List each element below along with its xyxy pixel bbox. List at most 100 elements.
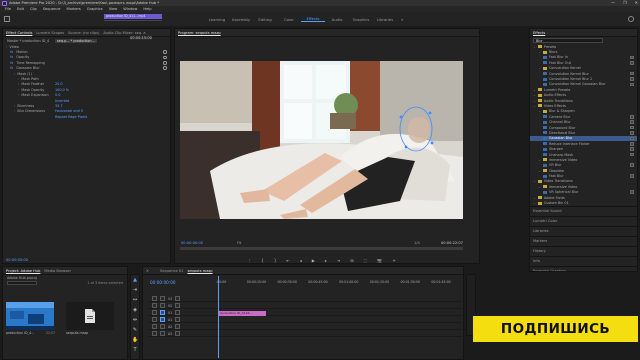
ec-timeline-clip[interactable]: production ID_411...mp4 (104, 14, 162, 19)
project-search-input[interactable] (7, 281, 37, 286)
menu-item-edit[interactable]: Edit (17, 7, 24, 11)
panel-essential-graphics[interactable]: Essential Graphics (530, 265, 637, 271)
ec-tab-2[interactable]: Source: (no clips) (68, 31, 99, 35)
workspace-tab-assembly[interactable]: Assembly (229, 17, 253, 22)
chevron-icon[interactable]: › (18, 82, 19, 86)
ec-property-value[interactable]: 0.0 (55, 93, 60, 97)
timeline-close-icon[interactable]: ✕ (146, 269, 156, 273)
tool-6-icon[interactable]: ✋ (132, 337, 138, 343)
eye-icon[interactable] (175, 310, 181, 315)
program-control-5[interactable]: ▶ (312, 258, 315, 263)
program-control-9[interactable]: ⬚ (364, 258, 368, 263)
subscribe-banner[interactable]: ПОДПИШИСЬ (473, 316, 638, 342)
fx-badge-icon[interactable]: fx (10, 66, 13, 70)
panel-history[interactable]: History (530, 245, 637, 256)
target-toggle[interactable] (160, 310, 165, 315)
workspace-tab-audio[interactable]: Audio (325, 17, 349, 22)
program-control-8[interactable]: ⊞ (350, 258, 353, 263)
ec-timecode[interactable]: 00:00:00:00 (6, 258, 28, 262)
timeline-playhead[interactable] (218, 276, 219, 358)
chevron-icon[interactable]: › (14, 104, 15, 108)
ec-property-value[interactable]: Horizontal and V (55, 109, 83, 113)
ec-property-value[interactable]: 20.0 (55, 82, 63, 86)
target-toggle[interactable] (160, 317, 165, 322)
panel-markers[interactable]: Markers (530, 235, 637, 246)
reset-icon[interactable] (163, 66, 167, 71)
ec-property-row[interactable]: Repeat Edge Pixels (3, 114, 170, 119)
project-item-video[interactable] (6, 302, 54, 330)
menu-item-help[interactable]: Help (143, 7, 151, 11)
tool-3-icon[interactable]: ◈ (132, 307, 138, 313)
eye-icon[interactable] (175, 331, 181, 336)
program-control-10[interactable]: 📷 (377, 258, 382, 263)
reset-icon[interactable] (163, 55, 167, 60)
effects-search-input[interactable]: Blur (533, 38, 603, 43)
workspace-more-button[interactable]: » (401, 17, 403, 22)
program-control-0[interactable]: ⋮ (247, 258, 251, 263)
tab-seqouts[interactable]: seqouts mazp (187, 269, 212, 273)
tool-4-icon[interactable]: ⇹ (132, 317, 138, 323)
menu-item-sequence[interactable]: Sequence (43, 7, 61, 11)
menu-item-view[interactable]: View (109, 7, 118, 11)
workspace-tab-graphics[interactable]: Graphics (349, 17, 373, 22)
chevron-icon[interactable]: › (14, 109, 15, 113)
project-item-sequence[interactable] (66, 302, 114, 330)
effects-folder[interactable]: ⌄ Custom Bin 01 (530, 200, 637, 205)
menu-item-file[interactable]: File (5, 7, 11, 11)
tool-7-icon[interactable]: T (132, 347, 138, 353)
eye-icon[interactable] (175, 296, 181, 301)
target-toggle[interactable] (160, 324, 165, 329)
ec-property-value[interactable]: 33.7 (55, 104, 63, 108)
lock-icon[interactable] (152, 303, 157, 308)
fx-badge-icon[interactable]: fx (10, 55, 13, 59)
program-fit-select[interactable]: Fit (237, 241, 241, 245)
target-toggle[interactable] (160, 303, 165, 308)
tab-effects[interactable]: Effects (533, 31, 545, 35)
timeline-timecode[interactable]: 00:00:00:00 (150, 280, 176, 285)
search-icon[interactable] (628, 16, 634, 22)
chevron-icon[interactable]: › (18, 93, 19, 97)
ec-property-value[interactable]: Inverted (55, 99, 69, 103)
panel-libraries[interactable]: Libraries (530, 225, 637, 236)
ec-tab-1[interactable]: Lumetri Scopes (36, 31, 64, 35)
chevron-icon[interactable]: › (18, 77, 19, 81)
workspace-tab-color[interactable]: Color (277, 17, 301, 22)
lock-icon[interactable] (152, 310, 157, 315)
ec-seq-label[interactable]: seq.p... * production... (55, 38, 97, 43)
timeline-ruler[interactable]: :00:00 00:00:15:00 00:00:30:00 00:00:45:00 0… (216, 280, 462, 288)
ec-tab-0[interactable]: Effect Controls (6, 31, 32, 35)
tab-media-browser[interactable]: Media Browser (44, 269, 71, 273)
workspace-tab-effects[interactable]: Effects (301, 16, 325, 22)
program-video-frame[interactable] (180, 61, 463, 219)
chevron-icon[interactable]: › (14, 72, 15, 76)
fx-badge-icon[interactable]: fx (10, 61, 13, 65)
fx-badge-icon[interactable]: fx (10, 50, 13, 54)
chevron-icon[interactable]: › (6, 45, 7, 49)
lock-icon[interactable] (152, 296, 157, 301)
chevron-icon[interactable]: › (18, 88, 19, 92)
reset-icon[interactable] (163, 61, 167, 65)
program-control-1[interactable]: { (261, 258, 264, 263)
target-toggle[interactable] (160, 296, 165, 301)
tool-5-icon[interactable]: ✎ (132, 327, 138, 333)
ec-property-value[interactable]: Repeat Edge Pixels (55, 115, 87, 119)
program-control-11[interactable]: + (392, 258, 395, 263)
program-timecode[interactable]: 00:00:00:00 (181, 241, 203, 245)
workspace-tab-editing[interactable]: Editing (253, 17, 277, 22)
home-icon[interactable] (4, 16, 10, 22)
menu-item-markers[interactable]: Markers (67, 7, 81, 11)
lock-icon[interactable] (152, 324, 157, 329)
tool-1-icon[interactable]: ⇥ (132, 287, 138, 293)
eye-icon[interactable] (175, 317, 181, 322)
program-control-7[interactable]: ⇥ (337, 258, 340, 263)
ec-tab-3[interactable]: Audio Clip Mixer: seq. a (103, 31, 145, 35)
target-toggle[interactable] (160, 331, 165, 336)
menu-item-window[interactable]: Window (123, 7, 137, 11)
ec-master-label[interactable]: Master * production ID_4 (7, 39, 49, 43)
panel-lumetri-color[interactable]: Lumetri Color (530, 215, 637, 226)
ec-property-value[interactable]: 100.0 % (55, 88, 69, 92)
timeline-clip[interactable]: production ID_4116... (218, 310, 266, 316)
program-control-6[interactable]: ▸ (325, 258, 327, 263)
menu-item-clip[interactable]: Clip (30, 7, 37, 11)
panel-info[interactable]: Info (530, 255, 637, 266)
